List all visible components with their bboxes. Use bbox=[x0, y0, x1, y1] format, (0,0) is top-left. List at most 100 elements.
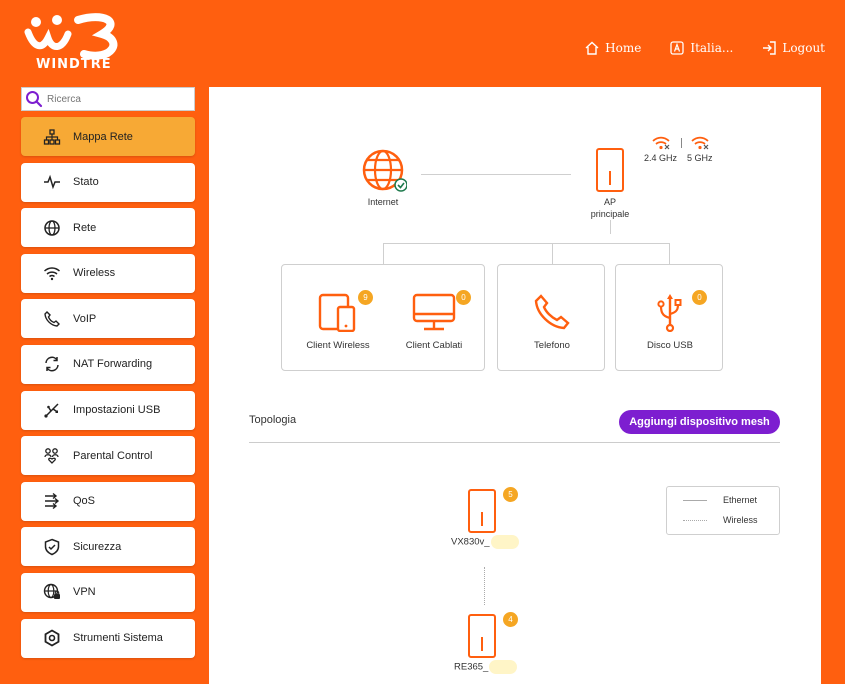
legend-wireless: Wireless bbox=[683, 515, 758, 525]
sidebar-item-mappa-rete[interactable]: Mappa Rete bbox=[21, 117, 195, 156]
internet-label: Internet bbox=[367, 197, 399, 207]
ap-label-line1: AP bbox=[603, 197, 616, 207]
sidebar-item-impostazioni-usb[interactable]: Impostazioni USB bbox=[21, 390, 195, 430]
wifi-5-icon bbox=[691, 136, 709, 150]
telefono-card[interactable]: Telefono bbox=[497, 264, 605, 371]
mesh-device-name: RE365_ bbox=[454, 661, 489, 673]
globe-icon bbox=[362, 149, 408, 192]
main-panel: Internet AP principale 2.4 GHz 5 GHz Cli… bbox=[209, 87, 821, 684]
sidebar-item-label: Sicurezza bbox=[73, 540, 122, 553]
sidebar-item-label: Stato bbox=[73, 176, 99, 189]
sidebar-item-label: Impostazioni USB bbox=[73, 404, 161, 417]
top-navigation: Home Italia... Logout bbox=[584, 40, 825, 56]
sidebar-item-nat-forwarding[interactable]: NAT Forwarding bbox=[21, 344, 195, 384]
sidebar-item-qos[interactable]: QoS bbox=[21, 481, 195, 521]
topology-title: Topologia bbox=[249, 414, 297, 426]
search-input[interactable] bbox=[47, 93, 187, 105]
mesh-device-label: VX830v_ bbox=[451, 535, 519, 549]
sidebar-item-label: NAT Forwarding bbox=[73, 358, 153, 371]
internet-ap-connector bbox=[421, 174, 571, 175]
home-link[interactable]: Home bbox=[584, 40, 641, 56]
wifi-divider bbox=[681, 138, 682, 148]
redacted-name bbox=[489, 660, 518, 674]
brand-name: WINDTRE bbox=[36, 57, 112, 72]
sidebar-item-voip[interactable]: VoIP bbox=[21, 299, 195, 339]
refresh-icon bbox=[45, 357, 59, 372]
router-icon bbox=[596, 148, 624, 192]
sidebar-item-label: Wireless bbox=[73, 267, 116, 280]
router-icon bbox=[468, 614, 496, 658]
mesh-device-re365[interactable] bbox=[467, 613, 497, 659]
mesh-device-vx830v[interactable] bbox=[467, 488, 497, 534]
tablet-phone-icon bbox=[318, 293, 356, 333]
pulse-icon bbox=[44, 174, 60, 190]
mesh-device-badge: 5 bbox=[503, 487, 518, 502]
disco-usb-badge: 0 bbox=[692, 290, 707, 305]
clients-card: Client Wireless 9 Client Cablati 0 bbox=[281, 264, 485, 371]
language-selector[interactable]: Italia... bbox=[669, 40, 733, 56]
ap-label-line2: principale bbox=[590, 209, 630, 219]
internet-node[interactable] bbox=[361, 148, 408, 194]
sidebar-item-strumenti-sistema[interactable]: Strumenti Sistema bbox=[21, 618, 195, 658]
sidebar-item-label: VPN bbox=[73, 586, 96, 599]
ap-principale-node[interactable] bbox=[595, 147, 625, 193]
globe-icon bbox=[44, 219, 60, 236]
qos-icon bbox=[45, 493, 60, 510]
redacted-name bbox=[490, 535, 519, 549]
monitor-icon bbox=[412, 293, 456, 331]
home-label: Home bbox=[605, 41, 642, 55]
logout-label: Logout bbox=[782, 41, 825, 55]
phone-icon bbox=[44, 310, 60, 327]
gear-icon bbox=[44, 629, 60, 647]
home-icon bbox=[585, 41, 599, 55]
vpn-icon bbox=[43, 584, 60, 600]
branch-center bbox=[552, 243, 553, 264]
router-icon bbox=[468, 489, 496, 533]
ap-down-connector bbox=[610, 220, 611, 234]
logout-link[interactable]: Logout bbox=[761, 40, 825, 56]
legend-ethernet: Ethernet bbox=[683, 495, 757, 505]
client-cablati-badge: 0 bbox=[456, 290, 471, 305]
sidebar-item-vpn[interactable]: VPN bbox=[21, 572, 195, 612]
sidebar-item-label: Rete bbox=[73, 221, 97, 234]
sidebar-item-rete[interactable]: Rete bbox=[21, 208, 195, 248]
mesh-device-label: RE365_ bbox=[454, 660, 518, 674]
wifi-24-label: 2.4 GHz bbox=[644, 153, 678, 163]
sidebar-item-label: Mappa Rete bbox=[73, 130, 133, 143]
sidebar-item-stato[interactable]: Stato bbox=[21, 162, 195, 202]
phone-icon bbox=[534, 294, 570, 330]
ethernet-line bbox=[683, 499, 707, 501]
family-icon bbox=[44, 447, 59, 464]
sidebar-item-sicurezza[interactable]: Sicurezza bbox=[21, 527, 195, 567]
add-mesh-device-button[interactable]: Aggiungi dispositivo mesh bbox=[619, 410, 780, 434]
disco-usb-label: Disco USB bbox=[647, 340, 693, 351]
sidebar-item-label: Parental Control bbox=[73, 449, 153, 462]
client-wireless-label: Client Wireless bbox=[306, 340, 370, 351]
sidebar: Mappa Rete Stato Rete Wireless VoIP NAT … bbox=[21, 117, 195, 664]
wireless-line bbox=[683, 519, 707, 521]
sidebar-item-label: Strumenti Sistema bbox=[73, 632, 163, 645]
usb-icon bbox=[657, 294, 682, 333]
wifi-5-label: 5 GHz bbox=[687, 153, 713, 163]
telefono-label: Telefono bbox=[534, 340, 570, 351]
sidebar-item-label: VoIP bbox=[73, 312, 97, 325]
usb-icon bbox=[44, 403, 59, 418]
sidebar-item-wireless[interactable]: Wireless bbox=[21, 253, 195, 293]
topology-divider bbox=[249, 442, 780, 443]
branch-right bbox=[669, 243, 670, 264]
wifi-24-icon bbox=[652, 136, 670, 150]
legend-wireless-label: Wireless bbox=[723, 515, 758, 525]
sidebar-item-parental-control[interactable]: Parental Control bbox=[21, 436, 195, 476]
search-icon bbox=[26, 91, 43, 108]
legend-ethernet-label: Ethernet bbox=[723, 495, 758, 505]
logout-icon bbox=[763, 41, 777, 55]
network-map-icon bbox=[43, 128, 61, 145]
language-label: Italia... bbox=[690, 41, 734, 55]
ap-label: AP principale bbox=[579, 196, 641, 220]
disco-usb-card[interactable]: Disco USB 0 bbox=[615, 264, 723, 371]
search-box bbox=[21, 87, 195, 111]
topology-legend: Ethernet Wireless bbox=[666, 486, 780, 535]
branch-left bbox=[383, 243, 384, 264]
sidebar-item-label: QoS bbox=[73, 495, 96, 508]
mesh-device-badge: 4 bbox=[503, 612, 518, 627]
